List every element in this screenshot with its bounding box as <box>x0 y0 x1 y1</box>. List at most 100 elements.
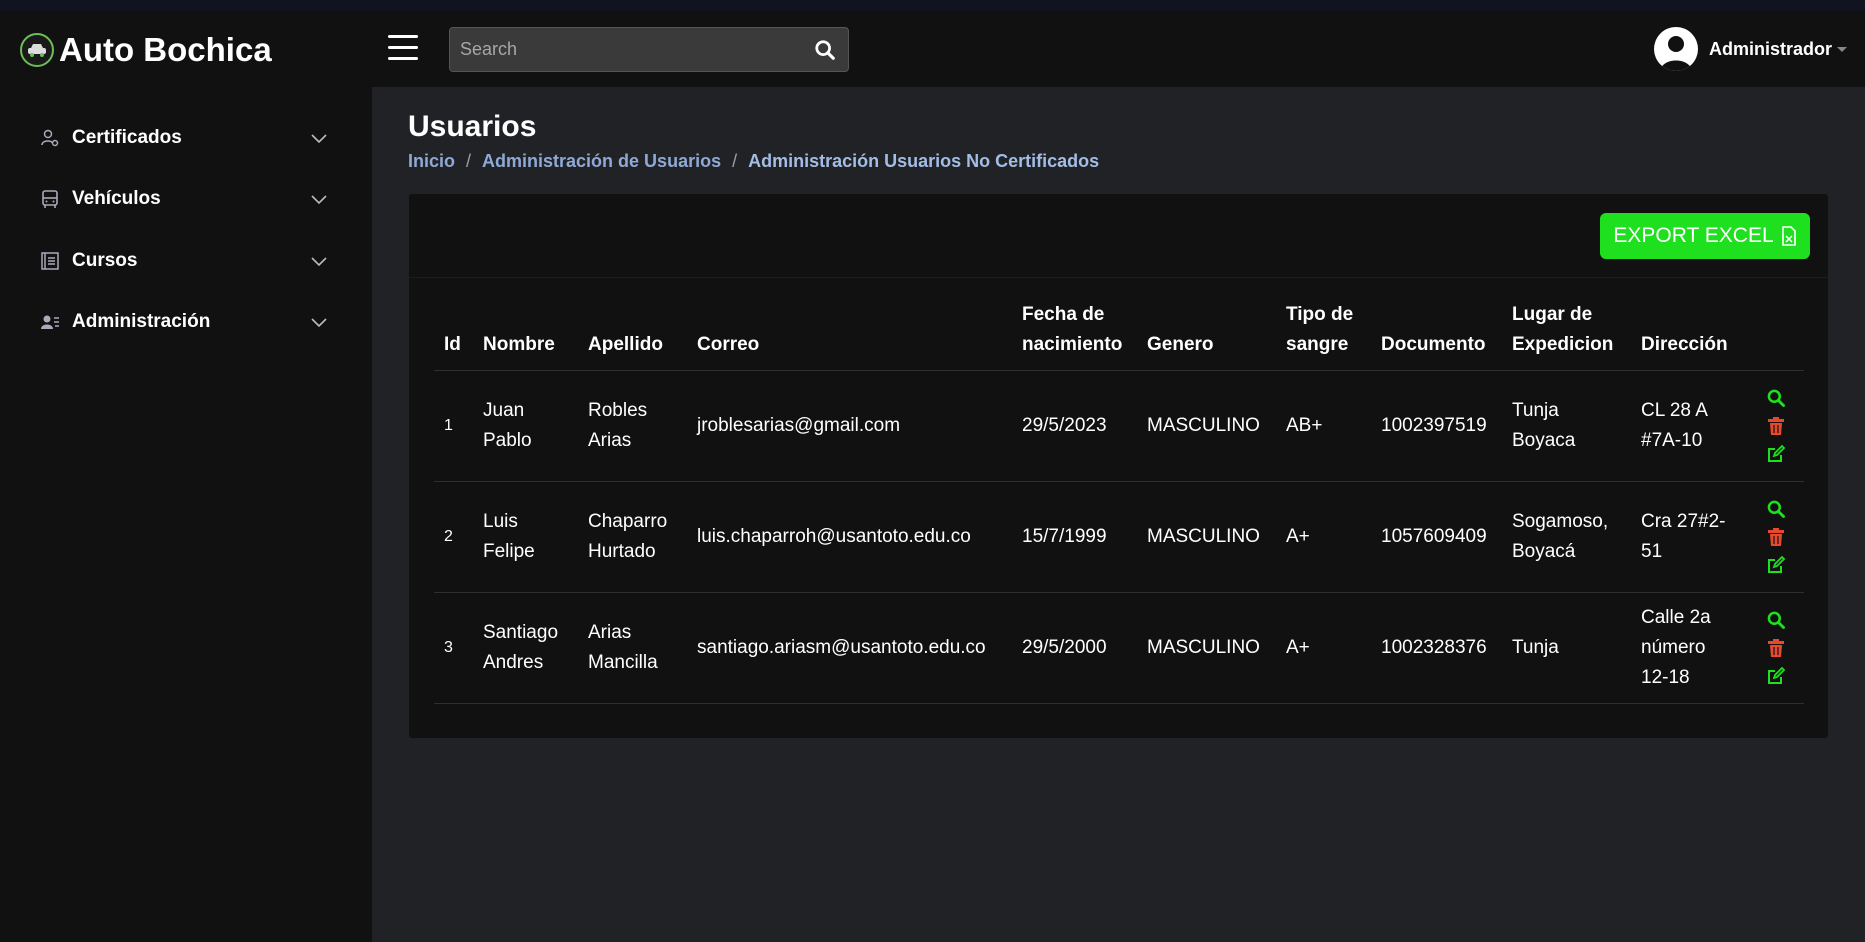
search-icon <box>815 39 835 60</box>
table-row: 1 Juan Pablo Robles Arias jroblesarias@gma… <box>434 370 1804 482</box>
delete-button[interactable] <box>1767 527 1785 547</box>
export-excel-button[interactable]: EXPORT EXCEL <box>1600 213 1810 259</box>
cell-correo: jroblesarias@gmail.com <box>687 370 1012 482</box>
cell-text: Santiago <box>483 621 559 643</box>
sidebar-item-label: Administración <box>72 311 211 332</box>
cell-text: Sogamoso, <box>1512 510 1609 532</box>
cell-sangre: AB+ <box>1276 370 1371 482</box>
cell-genero: MASCULINO <box>1137 592 1276 704</box>
search-bar <box>449 27 849 72</box>
sidebar-item-label: Certificados <box>72 127 182 148</box>
cell-actions <box>1748 370 1804 482</box>
cell-actions <box>1748 592 1804 704</box>
cell-text: CL 28 A <box>1641 399 1708 421</box>
cell-text: Arias <box>588 429 632 451</box>
user-name: Administrador <box>1708 38 1832 59</box>
breadcrumb: Inicio / Administración de Usuarios / Ad… <box>408 151 1099 172</box>
edit-icon <box>1768 666 1786 684</box>
cell-text: #7A-10 <box>1641 429 1703 451</box>
col-header-nombre[interactable]: Nombre <box>473 290 578 371</box>
col-header-direccion[interactable]: Dirección <box>1631 290 1748 371</box>
cell-id: 3 <box>434 592 473 704</box>
sidebar-item-administracion[interactable]: Administración <box>38 302 328 342</box>
col-header-text: Lugar de <box>1512 303 1593 325</box>
search-input[interactable] <box>450 28 802 71</box>
breadcrumb-link-inicio[interactable]: Inicio <box>408 151 455 172</box>
sidebar-item-cursos[interactable]: Cursos <box>38 241 328 281</box>
cell-lugar: Sogamoso, Boyacá <box>1502 481 1631 593</box>
col-header-apellido[interactable]: Apellido <box>578 290 687 371</box>
export-excel-label: EXPORT EXCEL <box>1613 224 1774 247</box>
cell-direccion: Cra 27#2- 51 <box>1631 481 1748 593</box>
app-title: Auto Bochica <box>59 31 272 68</box>
cell-text: Hurtado <box>588 540 656 562</box>
col-header-documento[interactable]: Documento <box>1371 290 1502 371</box>
cell-apellido: Chaparro Hurtado <box>578 481 687 593</box>
col-header-text: Fecha de <box>1022 303 1105 325</box>
edit-button[interactable] <box>1766 666 1786 686</box>
card-toolbar: EXPORT EXCEL <box>409 194 1828 278</box>
search-icon <box>1767 611 1785 629</box>
cell-text: Pablo <box>483 429 532 451</box>
cell-nombre: Juan Pablo <box>473 370 578 482</box>
user-avatar-icon <box>1659 36 1692 71</box>
breadcrumb-link-administracion-usuarios[interactable]: Administración de Usuarios <box>482 151 721 172</box>
trash-icon <box>1768 638 1784 657</box>
cell-fecha: 29/5/2000 <box>1012 592 1137 704</box>
sidebar: Certificados Vehículos Cursos Administra… <box>0 87 372 942</box>
view-button[interactable] <box>1766 388 1786 408</box>
app-logo[interactable]: Auto Bochica <box>20 31 272 69</box>
col-header-sangre[interactable]: Tipo de sangre <box>1276 290 1371 371</box>
col-header-actions <box>1748 290 1804 371</box>
edit-button[interactable] <box>1766 444 1786 464</box>
trash-icon <box>1768 416 1784 435</box>
edit-button[interactable] <box>1766 555 1786 575</box>
col-header-genero[interactable]: Genero <box>1137 290 1276 371</box>
cell-text: Arias <box>588 621 632 643</box>
delete-button[interactable] <box>1767 638 1785 658</box>
view-button[interactable] <box>1766 499 1786 519</box>
col-header-lugar[interactable]: Lugar de Expedicion <box>1502 290 1631 371</box>
cell-genero: MASCULINO <box>1137 370 1276 482</box>
caret-down-icon <box>1837 46 1847 52</box>
cell-apellido: Robles Arias <box>578 370 687 482</box>
col-header-fecha[interactable]: Fecha de nacimiento <box>1012 290 1137 371</box>
sidebar-item-vehiculos[interactable]: Vehículos <box>38 179 328 219</box>
search-icon <box>1767 500 1785 518</box>
sidebar-item-label: Cursos <box>72 250 138 271</box>
menu-toggle-icon[interactable] <box>388 35 418 63</box>
sidebar-item-label: Vehículos <box>72 188 161 209</box>
col-header-correo[interactable]: Correo <box>687 290 1012 371</box>
cell-documento: 1002397519 <box>1371 370 1502 482</box>
cell-correo: santiago.ariasm@usantoto.edu.co <box>687 592 1012 704</box>
cell-lugar: Tunja Boyaca <box>1502 370 1631 482</box>
sidebar-item-certificados[interactable]: Certificados <box>38 118 328 158</box>
cell-text: Felipe <box>483 540 535 562</box>
cell-text: 51 <box>1641 540 1663 562</box>
cell-text: Juan <box>483 399 525 421</box>
users-card: EXPORT EXCEL Id Nombre Apellido Correo F… <box>409 194 1828 738</box>
cell-documento: 1002328376 <box>1371 592 1502 704</box>
search-button[interactable] <box>802 28 848 71</box>
user-menu[interactable]: Administrador <box>1653 27 1847 71</box>
top-header: Auto Bochica Administrador <box>0 11 1865 87</box>
cell-id: 2 <box>434 481 473 593</box>
col-header-id[interactable]: Id <box>434 290 473 371</box>
cell-text: Tunja <box>1512 399 1559 421</box>
cell-text: Calle 2a <box>1641 606 1711 628</box>
table-row: 3 Santiago Andres Arias Mancilla santiago.… <box>434 592 1804 704</box>
delete-button[interactable] <box>1767 416 1785 436</box>
users-table: Id Nombre Apellido Correo Fecha de nacimi… <box>434 290 1804 704</box>
list-icon <box>38 249 62 273</box>
edit-icon <box>1768 444 1786 462</box>
table-header-row: Id Nombre Apellido Correo Fecha de nacimi… <box>434 290 1804 371</box>
file-excel-icon <box>1781 226 1796 246</box>
page-title: Usuarios <box>408 110 537 143</box>
cell-fecha: 15/7/1999 <box>1012 481 1137 593</box>
view-button[interactable] <box>1766 610 1786 630</box>
cell-lugar: Tunja <box>1502 592 1631 704</box>
search-icon <box>1767 389 1785 407</box>
col-header-text: Tipo de <box>1286 303 1354 325</box>
breadcrumb-current: Administración Usuarios No Certificados <box>748 151 1100 171</box>
cell-text: Chaparro <box>588 510 668 532</box>
